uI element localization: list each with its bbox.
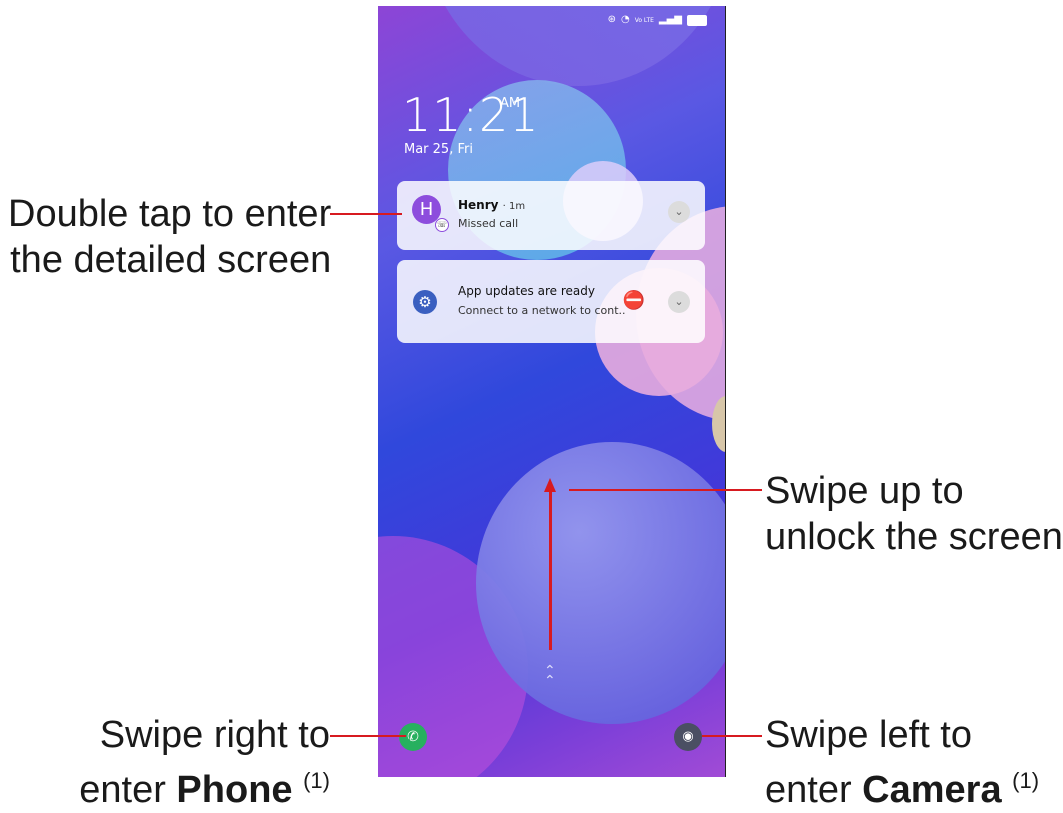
- annotation-text: enter Phone (1): [78, 758, 330, 813]
- annotation-swipe-up: Swipe up to unlock the screen: [765, 468, 1063, 560]
- nfc-icon: ⊛: [607, 14, 616, 25]
- missed-call-icon: ☏: [435, 218, 449, 232]
- wifi-icon: ◔: [620, 14, 630, 25]
- callout-line: [569, 489, 762, 491]
- settings-gear-icon: ⚙: [413, 290, 437, 314]
- annotation-text: Swipe left to: [765, 714, 972, 756]
- clock-ampm: AM: [500, 96, 521, 111]
- annotation-text: enter Camera (1): [765, 758, 1039, 813]
- app-updates-notification[interactable]: ⚙ App updates are ready Connect to a net…: [397, 260, 705, 343]
- annotation-text: Double tap to enter: [8, 193, 332, 235]
- notification-title: Henry · 1m: [458, 198, 525, 212]
- annotation-text-prefix: enter: [79, 769, 177, 811]
- annotation-double-tap: Double tap to enter the detailed screen: [8, 191, 331, 283]
- volte-icon: Vo LTE: [634, 16, 654, 24]
- callout-line: [330, 213, 402, 215]
- annotation-text: Swipe up to: [765, 470, 964, 512]
- swipe-up-chevron-icon: ⌃ ⌃: [544, 663, 556, 689]
- swipe-up-arrow-shaft: [549, 490, 552, 650]
- notification-body: Connect to a network to cont..: [458, 304, 626, 317]
- phone-shortcut-icon[interactable]: ✆: [399, 723, 427, 751]
- wifi-off-icon: ⛔: [622, 290, 645, 311]
- status-bar: ⊛ ◔ Vo LTE ▂▄▆: [608, 14, 707, 26]
- callout-line: [702, 735, 762, 737]
- expand-chevron-icon[interactable]: ⌄: [668, 291, 690, 313]
- annotation-text-prefix: enter: [765, 769, 863, 811]
- notification-time: · 1m: [502, 201, 526, 212]
- expand-chevron-icon[interactable]: ⌄: [668, 201, 690, 223]
- date-label: Mar 25, Fri: [404, 142, 473, 157]
- lock-screen[interactable]: ⊛ ◔ Vo LTE ▂▄▆ 11:21 AM Mar 25, Fri H ☏ …: [378, 6, 726, 777]
- annotation-text-bold: Camera: [862, 769, 1002, 811]
- annotation-swipe-right: Swipe right to enter Phone (1): [78, 712, 330, 813]
- notification-sender: Henry: [458, 198, 499, 212]
- signal-icon: ▂▄▆: [658, 14, 682, 25]
- annotation-text: unlock the screen: [765, 516, 1063, 558]
- notification-title: App updates are ready: [458, 284, 595, 298]
- footnote-marker: (1): [303, 768, 330, 793]
- annotation-text-bold: Phone: [176, 769, 293, 811]
- camera-shortcut-icon[interactable]: ◉: [674, 723, 702, 751]
- callout-line: [330, 735, 406, 737]
- battery-icon: [687, 14, 707, 26]
- notification-body: Missed call: [458, 217, 519, 230]
- footnote-marker: (1): [1012, 768, 1040, 793]
- annotation-text: Swipe right to: [99, 714, 330, 756]
- annotation-swipe-left: Swipe left to enter Camera (1): [765, 712, 1039, 813]
- annotation-text: the detailed screen: [10, 239, 332, 281]
- missed-call-notification[interactable]: H ☏ Henry · 1m Missed call ⌄: [397, 181, 705, 250]
